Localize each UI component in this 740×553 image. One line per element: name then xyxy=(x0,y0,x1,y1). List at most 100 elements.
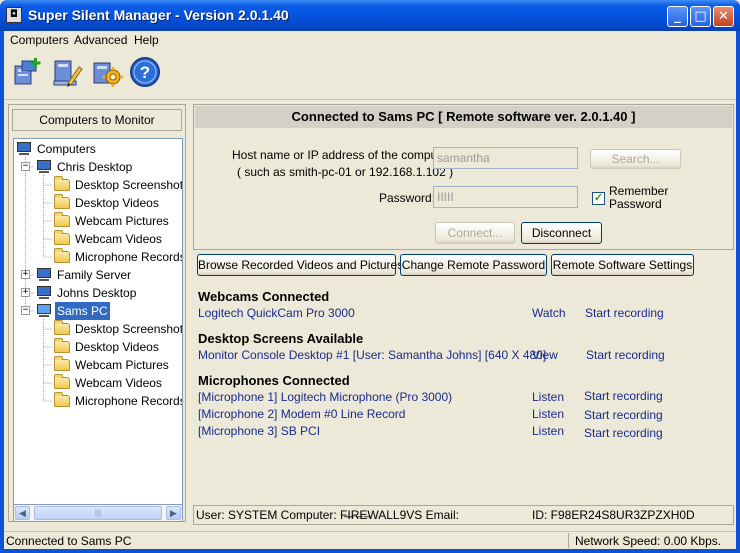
webcam-watch-link[interactable]: Watch xyxy=(532,306,566,320)
change-remote-password-button[interactable]: Change Remote Password xyxy=(400,254,547,276)
remote-software-settings-button[interactable]: Remote Software Settings xyxy=(551,254,694,276)
folder-icon xyxy=(54,392,70,407)
tree-leaf-label: Webcam Pictures xyxy=(75,214,169,228)
remote-info-bar: User: SYSTEM Computer: F̶I̶R̶E̶WALL9VS E… xyxy=(193,505,734,525)
minimize-button[interactable]: _ xyxy=(667,6,688,27)
folder-icon xyxy=(54,338,70,353)
folder-icon xyxy=(54,230,70,245)
minimize-icon: _ xyxy=(674,9,681,24)
window-title: Super Silent Manager - Version 2.0.1.40 xyxy=(28,7,289,23)
folder-icon xyxy=(54,248,70,263)
tree-leaf-label: Desktop Screenshots xyxy=(75,322,183,336)
tree-leaf-label: Desktop Screenshots xyxy=(75,178,183,192)
connection-panel: Connected to Sams PC [ Remote software v… xyxy=(193,104,734,250)
microphone-listen-link[interactable]: Listen xyxy=(532,390,564,404)
tree-leaf-label: Webcam Pictures xyxy=(75,358,169,372)
tree-leaf-label: Microphone Records xyxy=(75,394,183,408)
tree-leaf-label: Desktop Videos xyxy=(75,196,159,210)
remember-label-line-1: Remember xyxy=(609,184,669,198)
computers-tree[interactable]: Computers − Chris Desktop Desktop Screen… xyxy=(13,138,183,505)
microphone-record-link[interactable]: Start recording xyxy=(584,389,663,403)
expand-icon[interactable]: + xyxy=(21,288,30,297)
scroll-left-icon[interactable]: ◀ xyxy=(15,506,30,520)
browse-recordings-button[interactable]: Browse Recorded Videos and Pictures xyxy=(197,254,403,276)
collapse-icon[interactable]: − xyxy=(21,306,30,315)
folder-icon xyxy=(54,356,70,371)
expand-icon[interactable]: + xyxy=(21,270,30,279)
microphone-listen-link[interactable]: Listen xyxy=(532,424,564,438)
desktop-view-link[interactable]: View xyxy=(532,348,558,362)
tree-leaf-label: Webcam Videos xyxy=(75,376,162,390)
microphone-name: [Microphone 1] Logitech Microphone (Pro … xyxy=(198,390,453,404)
tree-horizontal-scrollbar[interactable]: ◀ ||| ▶ xyxy=(13,505,183,522)
tree-node-label-selected: Sams PC xyxy=(55,302,110,320)
tree-node-label: Chris Desktop xyxy=(57,160,133,174)
search-button[interactable]: Search... xyxy=(590,149,681,169)
status-bar: Connected to Sams PC Network Speed: 0.00… xyxy=(4,531,736,549)
status-divider xyxy=(568,533,569,548)
close-button[interactable]: ✕ xyxy=(713,6,734,27)
menu-bar: Computers Advanced Help xyxy=(4,31,736,49)
webcam-name: Logitech QuickCam Pro 3000 xyxy=(198,306,355,320)
status-connection: Connected to Sams PC xyxy=(6,534,132,548)
computers-icon xyxy=(16,142,32,156)
microphone-listen-link[interactable]: Listen xyxy=(532,407,564,421)
remember-password-checkbox[interactable]: ✓ xyxy=(592,192,605,205)
client-area: Computers Advanced Help ? Computers to M… xyxy=(4,31,736,549)
help-icon[interactable]: ? xyxy=(128,55,162,89)
computer-icon xyxy=(36,304,52,318)
application-window: ◘ Super Silent Manager - Version 2.0.1.4… xyxy=(0,0,740,553)
host-label: Host name or IP address of the computer: xyxy=(232,148,455,162)
menu-computers[interactable]: Computers xyxy=(10,33,69,47)
tree-leaf-label: Desktop Videos xyxy=(75,340,159,354)
disconnect-button[interactable]: Disconnect xyxy=(521,222,602,244)
host-hint: ( such as smith-pc-01 or 192.168.1.102 ) xyxy=(237,165,454,179)
microphone-name: [Microphone 3] SB PCI xyxy=(198,424,321,438)
scroll-right-icon[interactable]: ▶ xyxy=(166,506,181,520)
folder-icon xyxy=(54,374,70,389)
menu-help[interactable]: Help xyxy=(134,33,159,47)
desktop-name: Monitor Console Desktop #1 [User: Samant… xyxy=(198,348,547,362)
toolbar: ? xyxy=(4,50,736,100)
host-input[interactable]: samantha xyxy=(433,147,578,169)
folder-icon xyxy=(54,194,70,209)
webcam-record-link[interactable]: Start recording xyxy=(585,306,664,320)
password-label: Password: xyxy=(379,191,436,205)
microphone-name: [Microphone 2] Modem #0 Line Record xyxy=(198,407,406,421)
folder-icon xyxy=(54,212,70,227)
computer-icon xyxy=(36,286,52,300)
maximize-icon: □ xyxy=(694,9,707,24)
webcams-title: Webcams Connected xyxy=(198,289,330,304)
collapse-icon[interactable]: − xyxy=(21,162,30,171)
app-icon[interactable]: ◘ xyxy=(6,7,22,23)
microphone-record-link[interactable]: Start recording xyxy=(584,426,663,440)
maximize-button[interactable]: □ xyxy=(690,6,711,27)
computers-panel: Computers to Monitor Computers − Chris D… xyxy=(8,104,186,522)
remote-id: ID: F98ER24S8UR3ZPZXH0D xyxy=(532,508,695,522)
connect-button[interactable]: Connect... xyxy=(435,222,515,244)
password-input[interactable]: IIIII xyxy=(433,186,578,208)
computer-icon xyxy=(36,268,52,282)
computer-icon xyxy=(36,160,52,174)
remote-user-info: User: SYSTEM Computer: F̶I̶R̶E̶WALL9VS E… xyxy=(196,508,459,522)
tree-node-label: Johns Desktop xyxy=(57,286,137,300)
scroll-thumb[interactable]: ||| xyxy=(34,506,162,520)
add-computer-icon[interactable] xyxy=(10,55,44,89)
settings-icon[interactable] xyxy=(90,55,124,89)
menu-advanced[interactable]: Advanced xyxy=(74,33,127,47)
status-network-speed: Network Speed: 0.00 Kbps. xyxy=(575,534,722,548)
remember-label: Remember Password xyxy=(609,185,668,211)
close-icon: ✕ xyxy=(718,9,729,24)
remember-label-line-2: Password xyxy=(609,197,662,211)
tree-leaf-label: Microphone Records xyxy=(75,250,183,264)
folder-icon xyxy=(54,176,70,191)
help-glyph: ? xyxy=(140,63,150,82)
microphone-record-link[interactable]: Start recording xyxy=(584,408,663,422)
microphones-title: Microphones Connected xyxy=(198,373,350,388)
desktops-title: Desktop Screens Available xyxy=(198,331,364,346)
title-bar[interactable]: ◘ Super Silent Manager - Version 2.0.1.4… xyxy=(0,0,740,31)
tree-node-label: Family Server xyxy=(57,268,132,282)
edit-computer-icon[interactable] xyxy=(50,55,84,89)
desktop-record-link[interactable]: Start recording xyxy=(586,348,665,362)
connection-heading: Connected to Sams PC [ Remote software v… xyxy=(195,106,732,128)
